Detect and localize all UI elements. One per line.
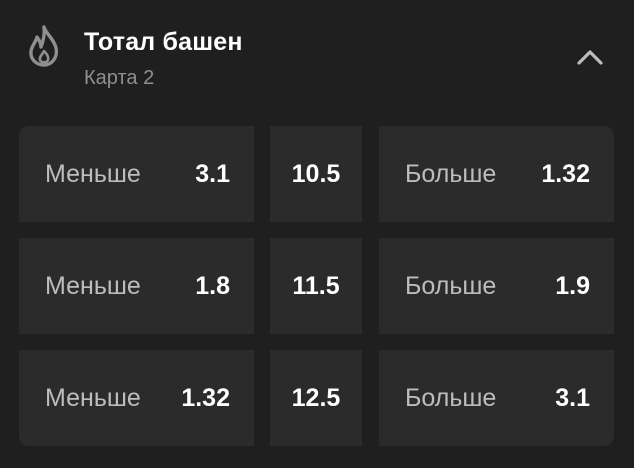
under-odds: 1.8 — [195, 271, 230, 300]
odds-row: Меньше 1.32 12.5 Больше 3.1 — [19, 350, 614, 446]
under-button[interactable]: Меньше 3.1 — [19, 126, 254, 222]
over-button[interactable]: Больше 1.9 — [379, 238, 614, 334]
total-cell: 12.5 — [270, 350, 362, 446]
over-label: Больше — [405, 271, 497, 300]
odds-row: Меньше 1.8 11.5 Больше 1.9 — [19, 238, 614, 334]
market-header: Тотал башен Карта 2 — [0, 0, 634, 110]
total-cell: 11.5 — [270, 238, 362, 334]
total-value: 12.5 — [291, 383, 341, 412]
odds-grid: Меньше 3.1 10.5 Больше 1.32 Меньше 1.8 1… — [19, 126, 614, 446]
under-button[interactable]: Меньше 1.8 — [19, 238, 254, 334]
under-button[interactable]: Меньше 1.32 — [19, 350, 254, 446]
under-odds: 3.1 — [195, 159, 230, 188]
total-cell: 10.5 — [270, 126, 362, 222]
over-odds: 3.1 — [555, 383, 590, 412]
under-label: Меньше — [45, 271, 141, 300]
over-label: Больше — [405, 159, 497, 188]
over-label: Больше — [405, 383, 497, 412]
under-label: Меньше — [45, 159, 141, 188]
over-button[interactable]: Больше 1.32 — [379, 126, 614, 222]
over-odds: 1.32 — [541, 159, 590, 188]
total-value: 10.5 — [291, 159, 341, 188]
under-label: Меньше — [45, 383, 141, 412]
odds-row: Меньше 3.1 10.5 Больше 1.32 — [19, 126, 614, 222]
fire-icon — [29, 25, 59, 67]
market-subtitle: Карта 2 — [84, 67, 155, 89]
over-odds: 1.9 — [555, 271, 590, 300]
over-button[interactable]: Больше 3.1 — [379, 350, 614, 446]
market-title: Тотал башен — [84, 28, 243, 56]
total-value: 11.5 — [292, 271, 340, 300]
chevron-up-icon[interactable] — [570, 40, 610, 76]
under-odds: 1.32 — [181, 383, 230, 412]
